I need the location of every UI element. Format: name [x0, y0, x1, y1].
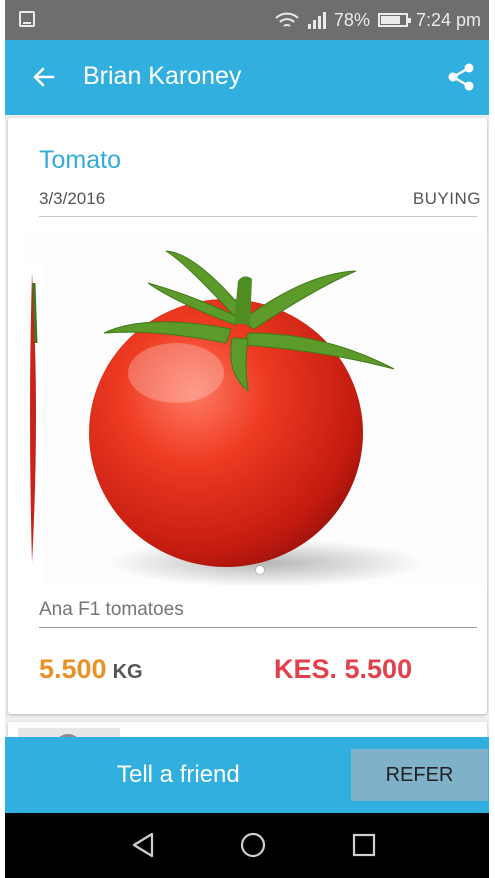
refer-bar: Tell a friend REFER [5, 737, 489, 813]
app-bar: Brian Karoney [5, 40, 489, 115]
listing-card[interactable]: Tomato 3/3/2016 BUYING Ana F1 tomatoes 5… [8, 118, 487, 714]
system-nav-bar [5, 813, 489, 878]
tomato-image [26, 233, 487, 585]
nav-recents-icon[interactable] [351, 831, 377, 859]
nav-home-icon[interactable] [239, 831, 267, 859]
page-title: Brian Karoney [83, 62, 242, 90]
status-bar: 78% 7:24 pm [5, 0, 489, 40]
product-image-carousel[interactable] [26, 233, 487, 585]
product-description: Ana F1 tomatoes [39, 599, 184, 620]
share-icon[interactable] [447, 62, 475, 92]
signal-icon [307, 11, 326, 29]
refer-button[interactable]: REFER [351, 749, 488, 801]
price: KES. 5.500 [274, 654, 413, 684]
quantity-unit: KG [112, 661, 143, 683]
quantity: 5.500 KG [39, 654, 143, 685]
status-icons: 78% 7:24 pm [274, 0, 481, 40]
product-name: Tomato [39, 146, 121, 174]
carousel-indicator [256, 566, 264, 574]
gallery-notification-icon [19, 11, 35, 27]
quantity-value: 5.500 [39, 654, 107, 684]
wifi-icon [275, 12, 299, 27]
listing-type: BUYING [412, 189, 481, 208]
divider [39, 216, 477, 217]
arrow-back-icon[interactable] [31, 64, 57, 90]
clock: 7:24 pm [415, 9, 481, 30]
divider [39, 627, 477, 628]
listing-date: 3/3/2016 [39, 189, 106, 208]
battery-icon [377, 13, 411, 27]
nav-back-icon[interactable] [130, 831, 156, 859]
tell-a-friend-label: Tell a friend [117, 761, 240, 788]
battery-percent: 78% [333, 9, 370, 30]
app-frame: 78% 7:24 pm Brian Karoney Tomato 3/3/201… [5, 0, 489, 878]
